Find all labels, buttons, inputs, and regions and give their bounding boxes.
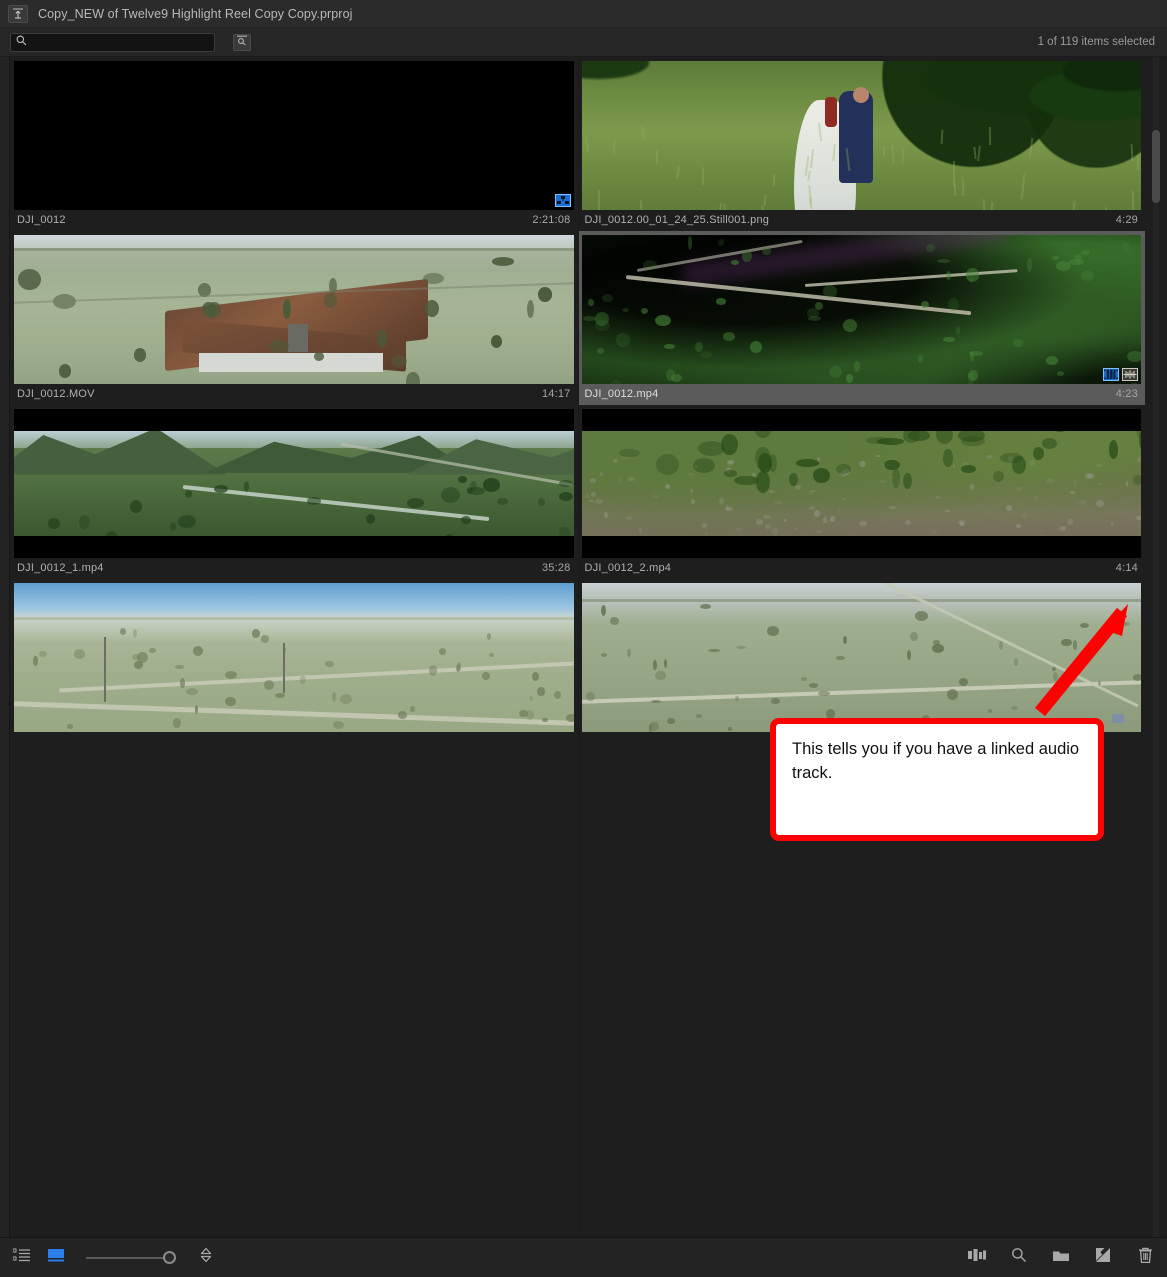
grid-item[interactable] [10, 579, 578, 753]
annotation-callout: This tells you if you have a linked audi… [770, 718, 1104, 841]
project-title: Copy_NEW of Twelve9 Highlight Reel Copy … [38, 7, 353, 21]
freeform-view-icon [967, 1248, 987, 1267]
navigate-up-button[interactable] [8, 5, 28, 23]
grid-item[interactable]: DJI_0012_1.mp4 35:28 [10, 405, 578, 579]
item-duration: 14:17 [542, 388, 571, 400]
project-panel-grid-area: DJI_0012 2:21:08 DJI_0012.00_01_24_25.Stil… [0, 57, 1167, 1237]
thumbnail[interactable] [14, 409, 574, 558]
vertical-scrollbar[interactable] [1149, 57, 1163, 1237]
thumbnail[interactable] [14, 235, 574, 384]
title-bar: Copy_NEW of Twelve9 Highlight Reel Copy … [0, 0, 1167, 28]
bottom-toolbar [0, 1237, 1167, 1277]
icon-view-button[interactable] [46, 1248, 66, 1268]
freeform-view-button[interactable] [967, 1248, 987, 1268]
thumbnail-image [582, 235, 1142, 384]
find-button[interactable] [233, 34, 251, 51]
item-meta: DJI_0012.MOV 14:17 [14, 384, 574, 404]
item-name: DJI_0012_1.mp4 [17, 562, 104, 574]
item-meta: DJI_0012.00_01_24_25.Still001.png 4:29 [582, 210, 1142, 230]
item-meta: DJI_0012_2.mp4 4:14 [582, 558, 1142, 578]
new-item-icon [1095, 1247, 1111, 1268]
item-name: DJI_0012.MOV [17, 388, 95, 400]
letterbox-bar [14, 409, 574, 431]
item-duration: 35:28 [542, 562, 571, 574]
item-meta: DJI_0012 2:21:08 [14, 210, 574, 230]
item-duration: 4:29 [1116, 214, 1138, 226]
letterbox-bar [14, 536, 574, 558]
item-name: DJI_0012_2.mp4 [585, 562, 672, 574]
thumbnail-grid: DJI_0012 2:21:08 DJI_0012.00_01_24_25.Stil… [10, 57, 1145, 1237]
slider-knob[interactable] [163, 1251, 176, 1264]
grid-item[interactable]: DJI_0012_2.mp4 4:14 [578, 405, 1146, 579]
thumbnail-image [14, 61, 574, 210]
selection-status: 1 of 119 items selected [1038, 36, 1155, 48]
item-duration: 4:14 [1116, 562, 1138, 574]
item-duration: 2:21:08 [532, 214, 570, 226]
find-icon [1011, 1247, 1027, 1268]
item-name: DJI_0012.00_01_24_25.Still001.png [585, 214, 770, 226]
list-view-icon [13, 1248, 31, 1267]
thumbnail-image [14, 235, 574, 384]
delete-icon [1138, 1247, 1153, 1269]
thumbnail[interactable] [14, 583, 574, 732]
letterbox-bar [582, 536, 1142, 558]
item-name: DJI_0012 [17, 214, 66, 226]
new-bin-button[interactable] [1051, 1248, 1071, 1268]
letterbox-bar [582, 409, 1142, 431]
find-button-bottom[interactable] [1009, 1248, 1029, 1268]
grid-item[interactable]: DJI_0012.mp4 4:23 [578, 231, 1146, 405]
new-item-button[interactable] [1093, 1248, 1113, 1268]
search-bar: 1 of 119 items selected [0, 28, 1167, 57]
thumbnail-badges [555, 194, 571, 207]
thumbnail-size-slider[interactable] [86, 1250, 176, 1266]
annotation-text: This tells you if you have a linked audi… [792, 738, 1082, 786]
item-meta [14, 732, 574, 752]
item-duration: 4:23 [1116, 388, 1138, 400]
list-view-button[interactable] [12, 1248, 32, 1268]
item-meta: DJI_0012_1.mp4 35:28 [14, 558, 574, 578]
item-meta: DJI_0012.mp4 4:23 [582, 384, 1142, 404]
search-field[interactable] [10, 33, 215, 52]
delete-button[interactable] [1135, 1248, 1155, 1268]
thumbnail[interactable] [582, 235, 1142, 384]
thumbnail[interactable] [582, 583, 1142, 732]
scrollbar-track[interactable] [1153, 57, 1159, 1237]
search-input[interactable] [32, 36, 209, 48]
sequence-icon [555, 194, 571, 207]
thumbnail[interactable] [582, 61, 1142, 210]
item-name: DJI_0012.mp4 [585, 388, 659, 400]
grid-item[interactable]: DJI_0012.MOV 14:17 [10, 231, 578, 405]
audio-track-icon [1122, 368, 1138, 381]
find-icon [236, 33, 248, 51]
video-track-icon [1103, 368, 1119, 381]
sort-icon [199, 1247, 213, 1268]
thumbnail[interactable] [14, 61, 574, 210]
thumbnail-badges [1103, 368, 1138, 381]
thumbnail-image [582, 583, 1142, 732]
new-bin-icon [1052, 1248, 1070, 1267]
left-rail [0, 57, 10, 1237]
thumbnail[interactable] [582, 409, 1142, 558]
grid-item[interactable]: DJI_0012.00_01_24_25.Still001.png 4:29 [578, 57, 1146, 231]
sort-button[interactable] [196, 1248, 216, 1268]
thumbnail-image [582, 61, 1142, 210]
search-icon [16, 33, 27, 51]
thumbnail-image [14, 583, 574, 732]
navigate-up-icon [12, 8, 24, 20]
icon-view-icon [47, 1248, 65, 1267]
grid-item[interactable]: DJI_0012 2:21:08 [10, 57, 578, 231]
scrollbar-thumb[interactable] [1152, 130, 1160, 203]
